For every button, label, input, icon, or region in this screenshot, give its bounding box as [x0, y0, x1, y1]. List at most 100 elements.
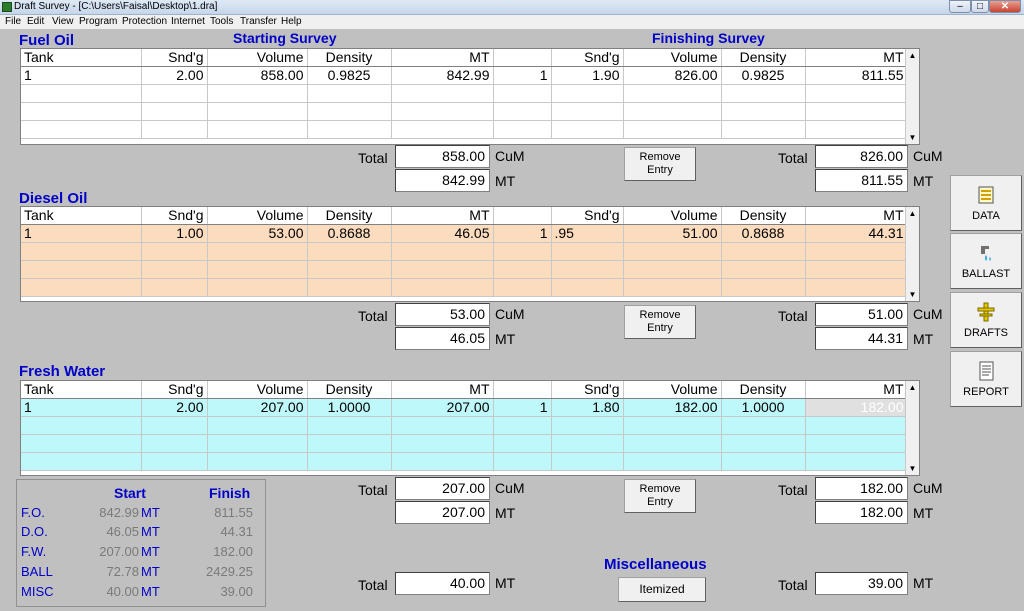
data-button[interactable]: DATA: [950, 175, 1022, 231]
cell-tank-finish[interactable]: 1: [493, 224, 552, 243]
table-row[interactable]: [21, 242, 908, 261]
menu-protection[interactable]: Protection: [122, 15, 167, 29]
cell-volume[interactable]: 207.00: [207, 398, 308, 417]
fuel-finish-total-cum[interactable]: 826.00: [815, 145, 908, 168]
cell-mt-finish[interactable]: 44.31: [805, 224, 908, 243]
cell-mt-finish[interactable]: 811.55: [805, 66, 908, 85]
summary-unit: MT: [141, 544, 160, 559]
table-row[interactable]: [21, 452, 908, 471]
menu-transfer[interactable]: Transfer: [240, 15, 277, 29]
mt-unit: MT: [913, 575, 934, 591]
cell-sndg[interactable]: 2.00: [141, 66, 208, 85]
water-finish-total-mt[interactable]: 182.00: [815, 501, 908, 524]
remove-entry-button[interactable]: Remove Entry: [624, 147, 696, 181]
cell-sndg-finish[interactable]: 1.90: [551, 66, 624, 85]
scroll-down-icon[interactable]: ▼: [906, 462, 919, 475]
cell-mt-finish[interactable]: 182.00: [805, 398, 908, 417]
cell-tank[interactable]: 1: [21, 66, 142, 85]
table-row[interactable]: [21, 278, 908, 297]
water-start-total-cum[interactable]: 207.00: [395, 477, 490, 500]
sndg-edit-input[interactable]: .95: [550, 223, 624, 243]
diesel-finish-total-mt[interactable]: 44.31: [815, 327, 908, 350]
miscellaneous-title: Miscellaneous: [604, 556, 707, 573]
drafts-icon: [975, 301, 997, 323]
cell-density[interactable]: 0.9825: [307, 66, 392, 85]
scroll-up-icon[interactable]: ▲: [906, 49, 919, 62]
scroll-up-icon[interactable]: ▲: [906, 207, 919, 220]
diesel-oil-scrollbar[interactable]: ▲ ▼: [905, 207, 919, 301]
cell-tank-finish[interactable]: 1: [493, 398, 552, 417]
summary-key: F.O.: [21, 505, 45, 520]
cell-density[interactable]: 0.8688: [307, 224, 392, 243]
remove-entry-button[interactable]: Remove Entry: [624, 479, 696, 513]
cell-sndg-finish[interactable]: 1.80: [551, 398, 624, 417]
misc-start-total[interactable]: 40.00: [395, 572, 490, 595]
menu-edit[interactable]: Edit: [27, 15, 44, 29]
menu-tools[interactable]: Tools: [210, 15, 233, 29]
table-row[interactable]: 1 2.00 858.00 0.9825 842.99 1 1.90 826.0…: [21, 66, 908, 85]
fuel-start-total-mt[interactable]: 842.99: [395, 169, 490, 192]
table-row[interactable]: 1 1.00 53.00 0.8688 46.05 1 .95 51.00 0.…: [21, 223, 908, 243]
menu-internet[interactable]: Internet: [171, 15, 205, 29]
menu-view[interactable]: View: [52, 15, 74, 29]
cell-sndg[interactable]: 2.00: [141, 398, 208, 417]
table-row[interactable]: [21, 120, 908, 139]
table-row[interactable]: [21, 260, 908, 279]
diesel-finish-total-cum[interactable]: 51.00: [815, 303, 908, 326]
table-row[interactable]: [21, 416, 908, 435]
maximize-button[interactable]: □: [971, 0, 989, 13]
cell-volume-finish[interactable]: 51.00: [623, 224, 722, 243]
cell-tank-finish[interactable]: 1: [493, 66, 552, 85]
total-label: Total: [358, 482, 388, 498]
fuel-start-total-cum[interactable]: 858.00: [395, 145, 490, 168]
cell-volume-finish[interactable]: 826.00: [623, 66, 722, 85]
fresh-water-title: Fresh Water: [19, 363, 106, 380]
cum-unit: CuM: [913, 148, 943, 164]
cell-density-finish[interactable]: 0.9825: [721, 66, 806, 85]
col-density-start: Density: [307, 207, 392, 225]
water-start-total-mt[interactable]: 207.00: [395, 501, 490, 524]
report-button[interactable]: REPORT: [950, 351, 1022, 407]
table-row[interactable]: [21, 84, 908, 103]
scroll-up-icon[interactable]: ▲: [906, 381, 919, 394]
diesel-oil-title: Diesel Oil: [19, 190, 88, 207]
cell-volume[interactable]: 53.00: [207, 224, 308, 243]
table-row[interactable]: 1 2.00 207.00 1.0000 207.00 1 1.80 182.0…: [21, 398, 908, 417]
itemized-button[interactable]: Itemized: [618, 577, 706, 602]
fuel-oil-grid[interactable]: Tank Snd'g Volume Density MT Snd'g Volum…: [20, 48, 920, 145]
col-density-finish: Density: [721, 49, 806, 67]
menu-program[interactable]: Program: [79, 15, 117, 29]
fuel-finish-total-mt[interactable]: 811.55: [815, 169, 908, 192]
close-button[interactable]: ✕: [989, 0, 1021, 13]
cell-density-finish[interactable]: 0.8688: [721, 224, 806, 243]
cell-mt[interactable]: 207.00: [391, 398, 494, 417]
menu-help[interactable]: Help: [281, 15, 302, 29]
cell-mt[interactable]: 842.99: [391, 66, 494, 85]
minimize-button[interactable]: ‒: [949, 0, 971, 13]
cell-density-finish[interactable]: 1.0000: [721, 398, 806, 417]
scroll-down-icon[interactable]: ▼: [906, 131, 919, 144]
cell-tank[interactable]: 1: [21, 398, 142, 417]
diesel-start-total-cum[interactable]: 53.00: [395, 303, 490, 326]
misc-finish-total[interactable]: 39.00: [815, 572, 908, 595]
remove-entry-button[interactable]: Remove Entry: [624, 305, 696, 339]
cell-tank[interactable]: 1: [21, 224, 142, 243]
table-row[interactable]: [21, 102, 908, 121]
cum-unit: CuM: [495, 148, 525, 164]
diesel-start-total-mt[interactable]: 46.05: [395, 327, 490, 350]
ballast-button[interactable]: BALLAST: [950, 233, 1022, 289]
drafts-button[interactable]: DRAFTS: [950, 292, 1022, 348]
scroll-down-icon[interactable]: ▼: [906, 288, 919, 301]
cell-sndg[interactable]: 1.00: [141, 224, 208, 243]
diesel-oil-grid[interactable]: Tank Snd'g Volume Density MT Snd'g Volum…: [20, 206, 920, 302]
cell-volume[interactable]: 858.00: [207, 66, 308, 85]
fresh-water-grid[interactable]: Tank Snd'g Volume Density MT Snd'g Volum…: [20, 380, 920, 476]
table-row[interactable]: [21, 434, 908, 453]
fuel-oil-scrollbar[interactable]: ▲ ▼: [905, 49, 919, 144]
water-finish-total-cum[interactable]: 182.00: [815, 477, 908, 500]
cell-mt[interactable]: 46.05: [391, 224, 494, 243]
cell-density[interactable]: 1.0000: [307, 398, 392, 417]
fresh-water-scrollbar[interactable]: ▲ ▼: [905, 381, 919, 475]
cell-volume-finish[interactable]: 182.00: [623, 398, 722, 417]
menu-file[interactable]: File: [5, 15, 21, 29]
